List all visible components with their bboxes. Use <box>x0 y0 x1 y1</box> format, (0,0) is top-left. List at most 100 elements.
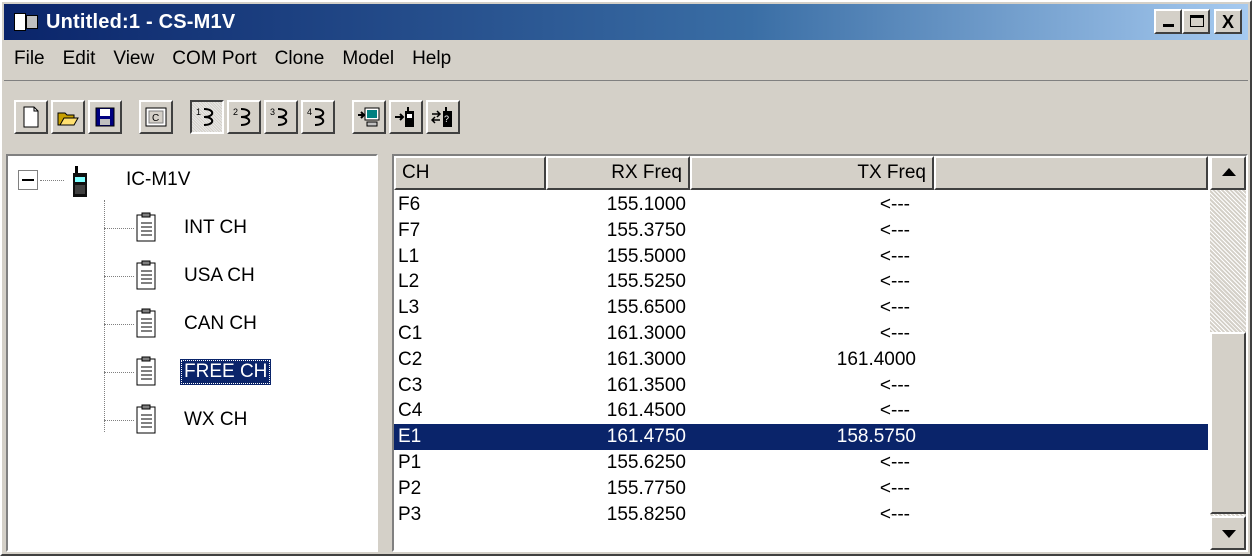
column-header-ch[interactable]: CH <box>394 156 546 190</box>
column-header-tx-freq[interactable]: TX Freq <box>690 156 934 190</box>
table-row[interactable]: P2 155.7750 <--- <box>394 476 1208 502</box>
title-bar[interactable]: Untitled:1 - CS-M1V X <box>4 4 1248 40</box>
cell-rx-freq: 161.3000 <box>606 348 686 370</box>
list-rows: F6 155.1000 <--- F7 155.3750 <--- L1 155.5000 <-… <box>394 192 1208 527</box>
tree-item-int-ch[interactable]: INT CH <box>104 212 251 244</box>
menu-model[interactable]: Model <box>333 48 403 70</box>
clipboard-c-icon: C <box>145 107 167 127</box>
toolbar: C 1 2 3 4 ? <box>4 80 1248 152</box>
cell-rx-freq: 155.5250 <box>606 271 686 293</box>
svg-text:3: 3 <box>270 107 275 117</box>
tree-root-label: IC-M1V <box>126 169 191 190</box>
cell-tx-freq: <--- <box>879 245 910 267</box>
clipboard-c-button[interactable]: C <box>139 100 173 134</box>
cell-tx-freq: <--- <box>879 451 910 473</box>
clone-exchange-icon: ? <box>431 107 452 127</box>
arrow-up-icon <box>1222 168 1236 176</box>
channel-list-icon <box>136 308 156 338</box>
svg-text:2: 2 <box>233 107 238 117</box>
cell-ch: P3 <box>398 503 422 525</box>
menu-file[interactable]: File <box>4 48 54 70</box>
tree-item-label: WX CH <box>184 409 248 430</box>
cell-ch: L3 <box>398 297 420 319</box>
cell-rx-freq: 155.3750 <box>606 219 686 241</box>
tree-root[interactable]: IC-M1V <box>66 162 194 198</box>
new-icon <box>23 106 39 128</box>
cell-ch: C3 <box>398 374 423 396</box>
open-button[interactable] <box>51 100 85 134</box>
table-row[interactable]: L3 155.6500 <--- <box>394 295 1208 321</box>
svg-text:?: ? <box>444 114 449 124</box>
scroll-thumb[interactable] <box>1210 332 1246 514</box>
clone-to-radio-icon <box>395 107 414 127</box>
com1-button[interactable]: 1 <box>190 100 224 134</box>
tree-item-free-ch[interactable]: FREE CH <box>104 356 272 388</box>
clone-to-pc-button[interactable] <box>352 100 386 134</box>
tree-item-wx-ch[interactable]: WX CH <box>104 404 251 436</box>
maximize-button[interactable] <box>1182 9 1210 34</box>
svg-text:4: 4 <box>307 107 312 117</box>
cell-tx-freq: <--- <box>879 271 910 293</box>
vertical-scrollbar[interactable] <box>1210 156 1246 550</box>
tree-item-can-ch[interactable]: CAN CH <box>104 308 261 340</box>
table-row[interactable]: L1 155.5000 <--- <box>394 244 1208 270</box>
table-row[interactable]: C3 161.3500 <--- <box>394 373 1208 399</box>
cell-rx-freq: 161.3000 <box>606 322 686 344</box>
open-icon <box>57 112 79 126</box>
cell-rx-freq: 155.7750 <box>606 477 686 499</box>
table-row[interactable]: L2 155.5250 <--- <box>394 269 1208 295</box>
table-row[interactable]: P3 155.8250 <--- <box>394 502 1208 528</box>
menu-bar: File Edit View COM Port Clone Model Help <box>4 42 1248 76</box>
com3-button[interactable]: 3 <box>264 100 298 134</box>
menu-clone[interactable]: Clone <box>266 48 334 70</box>
window-controls: X <box>1154 9 1242 34</box>
column-header-rx-freq[interactable]: RX Freq <box>546 156 690 190</box>
menu-help[interactable]: Help <box>403 48 460 70</box>
clone-to-radio-button[interactable] <box>389 100 423 134</box>
cell-ch: C4 <box>398 400 423 422</box>
minimize-button[interactable] <box>1154 9 1182 34</box>
table-row[interactable]: C2 161.3000 161.4000 <box>394 347 1208 373</box>
com3-icon: 3 <box>270 107 288 126</box>
table-row[interactable]: C4 161.4500 <--- <box>394 398 1208 424</box>
cell-tx-freq: 161.4000 <box>836 348 916 370</box>
com4-icon: 4 <box>307 107 325 126</box>
save-icon <box>95 107 115 127</box>
svg-text:1: 1 <box>196 107 201 117</box>
cell-rx-freq: 155.6250 <box>606 451 686 473</box>
com2-button[interactable]: 2 <box>227 100 261 134</box>
app-icon[interactable] <box>14 11 40 33</box>
cell-tx-freq: <--- <box>879 477 910 499</box>
table-row[interactable]: C1 161.3000 <--- <box>394 321 1208 347</box>
cell-tx-freq: <--- <box>879 297 910 319</box>
table-row[interactable]: F7 155.3750 <--- <box>394 218 1208 244</box>
arrow-down-icon <box>1222 530 1236 538</box>
cell-ch: P1 <box>398 451 422 473</box>
channel-list-icon <box>136 404 156 434</box>
menu-com-port[interactable]: COM Port <box>163 48 265 70</box>
cell-ch: C2 <box>398 348 423 370</box>
clone-to-pc-icon <box>358 107 380 127</box>
panel-splitter[interactable] <box>382 154 388 552</box>
cell-tx-freq: <--- <box>879 400 910 422</box>
minimize-icon <box>1163 24 1174 27</box>
table-row[interactable]: P1 155.6250 <--- <box>394 450 1208 476</box>
close-button[interactable]: X <box>1214 9 1242 34</box>
menu-edit[interactable]: Edit <box>54 48 105 70</box>
table-row[interactable]: E1 161.4750 158.5750 <box>394 424 1208 450</box>
save-button[interactable] <box>88 100 122 134</box>
com4-button[interactable]: 4 <box>301 100 335 134</box>
window-title: Untitled:1 - CS-M1V <box>46 10 236 33</box>
menu-view[interactable]: View <box>104 48 163 70</box>
tree-item-usa-ch[interactable]: USA CH <box>104 260 259 292</box>
table-row[interactable]: F6 155.1000 <--- <box>394 192 1208 218</box>
scroll-down-button[interactable] <box>1210 516 1246 550</box>
scroll-up-button[interactable] <box>1210 156 1246 190</box>
channel-list-icon <box>136 356 156 386</box>
new-button[interactable] <box>14 100 48 134</box>
clone-exchange-button[interactable]: ? <box>426 100 460 134</box>
com1-icon: 1 <box>196 107 214 126</box>
collapse-toggle[interactable] <box>18 170 38 190</box>
app-window: Untitled:1 - CS-M1V X File Edit View COM… <box>0 0 1252 556</box>
cell-tx-freq: <--- <box>879 219 910 241</box>
